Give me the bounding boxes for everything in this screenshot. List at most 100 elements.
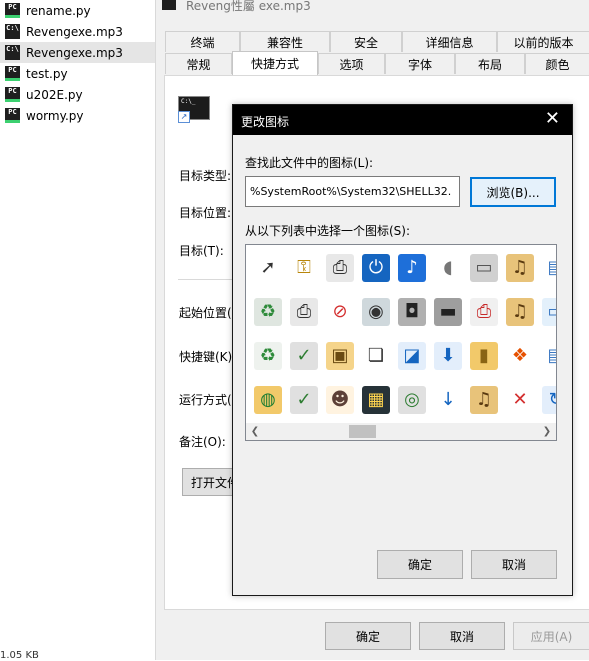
window-icon: ▭: [542, 298, 556, 326]
music-folder-icon: ♫: [470, 386, 498, 414]
label-target: 目标(T):: [179, 244, 224, 258]
power-icon: ⏻: [362, 254, 390, 282]
tab-options[interactable]: 选项: [318, 53, 385, 74]
icon-choice[interactable]: ✕: [502, 381, 538, 419]
icon-choice[interactable]: ⚿: [286, 249, 322, 287]
user-key-icon: ☻: [326, 386, 354, 414]
icon-choice[interactable]: ♻: [250, 337, 286, 375]
icon-choice[interactable]: ↻: [538, 381, 556, 419]
icon-choice[interactable]: ▭: [466, 249, 502, 287]
cursor-click-icon: ➚: [254, 254, 282, 282]
recycle-bin-full-icon: ♻: [254, 298, 282, 326]
icon-choice[interactable]: ↓: [430, 381, 466, 419]
dialog-title: 更改图标: [241, 115, 290, 129]
scroll-thumb[interactable]: [349, 425, 376, 438]
icon-choice[interactable]: ▭: [538, 293, 556, 331]
browse-button[interactable]: 浏览(B)...: [470, 177, 556, 207]
keys-icon: ⚿: [290, 254, 318, 282]
icon-choice[interactable]: ☻: [322, 381, 358, 419]
icon-choice[interactable]: ▤: [538, 337, 556, 375]
icon-choice[interactable]: ◉: [358, 293, 394, 331]
tab-compatibility[interactable]: 兼容性: [240, 31, 330, 52]
shortcut-arrow-icon: ↗: [178, 111, 190, 123]
tab-general[interactable]: 常规: [165, 53, 232, 74]
icon-choice[interactable]: ♫: [502, 293, 538, 331]
scroll-left-icon[interactable]: ❮: [248, 423, 262, 440]
label-run: 运行方式(: [179, 393, 232, 407]
dialog-cancel-button[interactable]: 取消: [471, 550, 557, 579]
icon-choice[interactable]: ♫: [502, 249, 538, 287]
dvd-icon: ◉: [362, 298, 390, 326]
file-item-test[interactable]: PC test.py: [0, 63, 155, 84]
icon-choice[interactable]: ◎: [394, 381, 430, 419]
icon-choice[interactable]: ▮: [466, 337, 502, 375]
icon-choice[interactable]: ⎙: [286, 293, 322, 331]
printer-check-icon: ✓: [290, 342, 318, 370]
scroll-right-icon[interactable]: ❯: [540, 423, 554, 440]
tab-colors[interactable]: 颜色: [525, 53, 589, 74]
find-icons-label: 查找此文件中的图标(L):: [245, 156, 374, 170]
icon-choice[interactable]: ❏: [358, 337, 394, 375]
icon-choice[interactable]: ⏻: [358, 249, 394, 287]
folder-icon: ▮: [470, 342, 498, 370]
label-comment: 备注(O):: [179, 435, 226, 449]
horizontal-scrollbar[interactable]: ❮ ❯: [246, 423, 556, 440]
icon-choice[interactable]: ◖: [430, 249, 466, 287]
printer-error-icon: ⎙: [470, 298, 498, 326]
file-item-rename[interactable]: PC rename.py: [0, 0, 155, 21]
pycharm-file-icon: PC: [5, 108, 20, 123]
tab-previous-versions[interactable]: 以前的版本: [497, 31, 589, 52]
dialog-titlebar: 更改图标 ✕: [233, 105, 572, 135]
tab-security[interactable]: 安全: [330, 31, 402, 52]
tab-layout[interactable]: 布局: [455, 53, 525, 74]
icon-choice[interactable]: ◪: [394, 337, 430, 375]
icon-choice[interactable]: ❖: [502, 337, 538, 375]
file-item-revengexe-selected[interactable]: C:\ Revengexe.mp3: [0, 42, 155, 63]
close-icon[interactable]: ✕: [545, 110, 560, 128]
icon-list[interactable]: ➚ ⚿ ⎙ ⏻ ♪ ◖ ▭ ♫ ▤ ♻ ⎙ ⊘ ◉ ◘ ▬ ⎙ ♫ ▭ ♻ ✓ ▣ ❏ ◪ ⬇ ▮ ❖ ▤ ◍ ✓ ☻ ▦ ◎ ↓ ♫ ✕ ↻ ❮ ❯: [245, 244, 557, 441]
prohibited-icon: ⊘: [326, 298, 354, 326]
document-icon: ▤: [542, 254, 556, 282]
icon-choice[interactable]: ◘: [394, 293, 430, 331]
icon-choice[interactable]: ⬇: [430, 337, 466, 375]
icon-choice[interactable]: ♻: [250, 293, 286, 331]
icon-choice[interactable]: ✓: [286, 381, 322, 419]
delete-x-icon: ✕: [506, 386, 534, 414]
tab-details[interactable]: 详细信息: [402, 31, 497, 52]
icon-choice[interactable]: ⎙: [322, 249, 358, 287]
documents-icon: ❏: [362, 342, 390, 370]
select-icon-label: 从以下列表中选择一个图标(S):: [245, 224, 411, 238]
music-folder-icon: ♫: [506, 298, 534, 326]
icon-choice[interactable]: ♪: [394, 249, 430, 287]
file-name: rename.py: [26, 3, 91, 18]
file-name: u202E.py: [26, 87, 83, 102]
icon-choice[interactable]: ◍: [250, 381, 286, 419]
icon-choice[interactable]: ⎙: [466, 293, 502, 331]
cancel-button[interactable]: 取消: [419, 622, 505, 650]
file-name: test.py: [26, 66, 68, 81]
recycle-bin-empty-icon: ♻: [254, 342, 282, 370]
ok-button[interactable]: 确定: [325, 622, 411, 650]
icon-choice[interactable]: ⊘: [322, 293, 358, 331]
file-item-revengexe[interactable]: C:\ Revengexe.mp3: [0, 21, 155, 42]
icon-choice[interactable]: ▦: [358, 381, 394, 419]
console-shortcut-icon: C:\: [5, 45, 20, 60]
tab-shortcut[interactable]: 快捷方式: [232, 51, 318, 75]
file-item-wormy[interactable]: PC wormy.py: [0, 105, 155, 126]
tab-terminal[interactable]: 终端: [165, 31, 240, 52]
label-shortcut-key: 快捷键(K):: [179, 350, 237, 364]
icon-choice[interactable]: ▣: [322, 337, 358, 375]
file-item-u202e[interactable]: PC u202E.py: [0, 84, 155, 105]
icon-choice[interactable]: ▬: [430, 293, 466, 331]
icon-choice[interactable]: ♫: [466, 381, 502, 419]
icon-grid: ➚ ⚿ ⎙ ⏻ ♪ ◖ ▭ ♫ ▤ ♻ ⎙ ⊘ ◉ ◘ ▬ ⎙ ♫ ▭ ♻ ✓ ▣ ❏ ◪ ⬇ ▮ ❖ ▤ ◍ ✓ ☻ ▦ ◎ ↓ ♫ ✕ ↻: [250, 249, 556, 421]
tab-font[interactable]: 字体: [385, 53, 455, 74]
download-small-icon: ↓: [434, 386, 462, 414]
apply-button[interactable]: 应用(A): [513, 622, 589, 650]
icon-choice[interactable]: ▤: [538, 249, 556, 287]
mouse-icon: ◖: [434, 254, 462, 282]
icon-choice[interactable]: ➚: [250, 249, 286, 287]
icon-choice[interactable]: ✓: [286, 337, 322, 375]
dialog-ok-button[interactable]: 确定: [377, 550, 463, 579]
icon-file-path-input[interactable]: [245, 176, 460, 207]
